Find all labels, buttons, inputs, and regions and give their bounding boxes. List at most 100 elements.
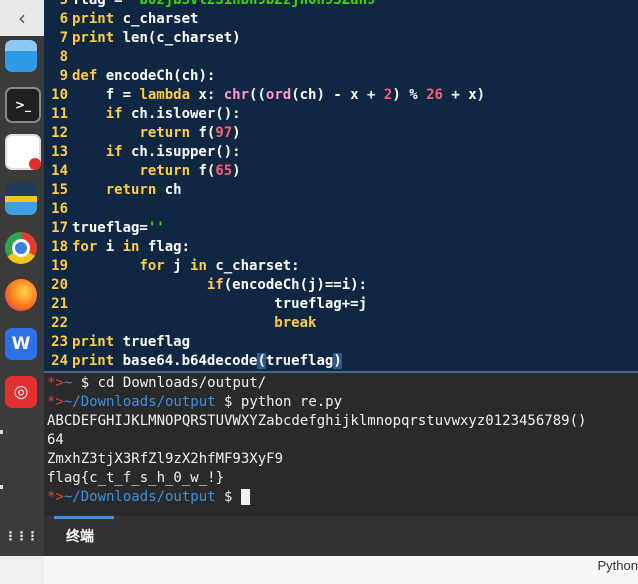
line-number: 8 — [59, 49, 68, 65]
line-number: 9 — [59, 68, 68, 84]
code-token: return — [105, 182, 157, 198]
tab-indicator — [54, 516, 114, 519]
terminal-text: flag{c_t_f_s_h_0_w_!} — [47, 470, 225, 486]
code-token: trueflag — [114, 334, 191, 350]
code-token: ord — [265, 87, 292, 103]
line-number: 21 — [51, 296, 68, 312]
code-line[interactable]: 8 — [44, 48, 72, 67]
terminal-command: cd Downloads/output/ — [97, 375, 267, 391]
code-token: + x) — [442, 87, 486, 103]
code-line[interactable]: 9 def encodeCh(ch): — [44, 67, 216, 86]
netease-music-icon[interactable]: ◎ — [5, 376, 37, 408]
line-number: 14 — [51, 163, 68, 179]
terminal-output-line: ABCDEFGHIJKLMNOPQRSTUVWXYZabcdefghijklmn… — [47, 412, 586, 431]
code-token: ch.isupper(): — [122, 144, 241, 160]
code-token: return — [139, 163, 191, 179]
line-number: 6 — [59, 11, 68, 27]
terminal-text: ZmxhZ3tjX3RfZl9zX2hfMF93XyF9 — [47, 451, 284, 467]
terminal-text: 64 — [47, 432, 64, 448]
dock-separator-dot — [0, 485, 3, 489]
code-line[interactable]: 11 if ch.islower(): — [44, 105, 240, 124]
terminal-command: python re.py — [240, 394, 343, 410]
code-token: for — [139, 258, 165, 274]
code-token: ) — [232, 125, 241, 141]
line-number: 20 — [51, 277, 68, 293]
code-line[interactable]: 10 f = lambda x: chr((ord(ch) - x + 2) %… — [44, 86, 485, 105]
code-token: print — [72, 30, 115, 46]
code-line[interactable]: 15 return ch — [44, 181, 181, 200]
code-token: trueflag= — [72, 220, 148, 236]
line-number: 24 — [51, 353, 68, 369]
code-line[interactable]: 23 print trueflag — [44, 333, 190, 352]
line-number: 16 — [51, 201, 68, 217]
terminal-text: ABCDEFGHIJKLMNOPQRSTUVWXYZabcdefghijklmn… — [47, 413, 587, 429]
terminal-prompt-line: *>~/Downloads/output $ python re.py — [47, 393, 342, 412]
code-token: f( — [190, 125, 216, 141]
code-token: return — [139, 125, 191, 141]
code-token: chr — [223, 87, 250, 103]
code-token: (encodeCh(j)==i): — [223, 277, 368, 293]
code-token: print — [72, 353, 115, 369]
code-token: ) % — [392, 87, 427, 103]
code-token: ) — [333, 353, 342, 369]
code-line[interactable]: 24 print base64.b64decode(trueflag) — [44, 352, 342, 371]
code-line[interactable]: 22 break — [44, 314, 316, 333]
code-editor[interactable]: 5 flag = 'b0zjb3Vt2S1hbh9bZzjn0h93Zah9' 6 p… — [44, 0, 638, 373]
code-token: (( — [249, 87, 266, 103]
code-line[interactable]: 19 for j in c_charset: — [44, 257, 299, 276]
code-line[interactable]: 21 trueflag+=j — [44, 295, 367, 314]
code-token: '' — [147, 220, 165, 236]
code-token: break — [274, 315, 317, 331]
code-token: f = — [72, 87, 140, 103]
code-token: for — [72, 239, 98, 255]
wps-icon[interactable]: W — [5, 328, 37, 360]
tab-terminal[interactable]: 终端 — [66, 526, 94, 546]
code-token: c_charset — [114, 11, 199, 27]
code-token: j — [164, 258, 191, 274]
code-token: if — [105, 144, 123, 160]
prompt-path: ~/Downloads/output — [63, 489, 216, 505]
code-line[interactable]: 17 trueflag='' — [44, 219, 165, 238]
terminal-icon[interactable]: >_ — [5, 87, 41, 123]
chrome-icon[interactable] — [5, 232, 37, 264]
code-line[interactable]: 7 print len(c_charset) — [44, 29, 241, 48]
code-line[interactable]: 16 — [44, 200, 72, 219]
line-number: 22 — [51, 315, 68, 331]
line-number: 12 — [51, 125, 68, 141]
code-line[interactable]: 5 flag = 'b0zjb3Vt2S1hbh9bZzjn0h93Zah9' — [44, 0, 384, 10]
code-token: (ch) - x + — [291, 87, 384, 103]
app-grid-icon[interactable]: ⋮⋮⋮ — [5, 520, 39, 552]
file-manager-icon[interactable] — [5, 40, 37, 72]
language-mode[interactable]: Python — [598, 558, 638, 573]
bottom-panel: 终端 — [44, 516, 638, 556]
code-line[interactable]: 12 return f(97) — [44, 124, 241, 143]
edit-badge — [29, 158, 41, 170]
status-bar: Python — [44, 556, 638, 584]
code-line[interactable]: 18 for i in flag: — [44, 238, 190, 257]
firefox-icon[interactable] — [5, 279, 37, 311]
code-token: x: — [190, 87, 224, 103]
line-number: 19 — [51, 258, 68, 274]
system-monitor-icon[interactable] — [5, 183, 37, 215]
code-token: trueflag — [265, 353, 334, 369]
code-line[interactable]: 14 return f(65) — [44, 162, 240, 181]
line-number: 7 — [59, 30, 68, 46]
line-number: 11 — [51, 106, 68, 122]
dock: ‹ >_ W ◎ ⋮⋮⋮ — [0, 0, 44, 584]
code-line[interactable]: 20 if(encodeCh(j)==i): — [44, 276, 367, 295]
prompt-symbol: *> — [47, 394, 64, 410]
code-token: 26 — [426, 87, 443, 103]
code-line[interactable]: 13 if ch.isupper(): — [44, 143, 241, 162]
terminal-output[interactable]: *>~ $ cd Downloads/output/*>~/Downloads/… — [44, 373, 638, 516]
terminal-cursor — [240, 489, 250, 505]
dock-collapse-button[interactable]: ‹ — [0, 0, 44, 36]
code-line[interactable]: 6 print c_charset — [44, 10, 199, 29]
text-editor-icon[interactable] — [5, 134, 41, 170]
